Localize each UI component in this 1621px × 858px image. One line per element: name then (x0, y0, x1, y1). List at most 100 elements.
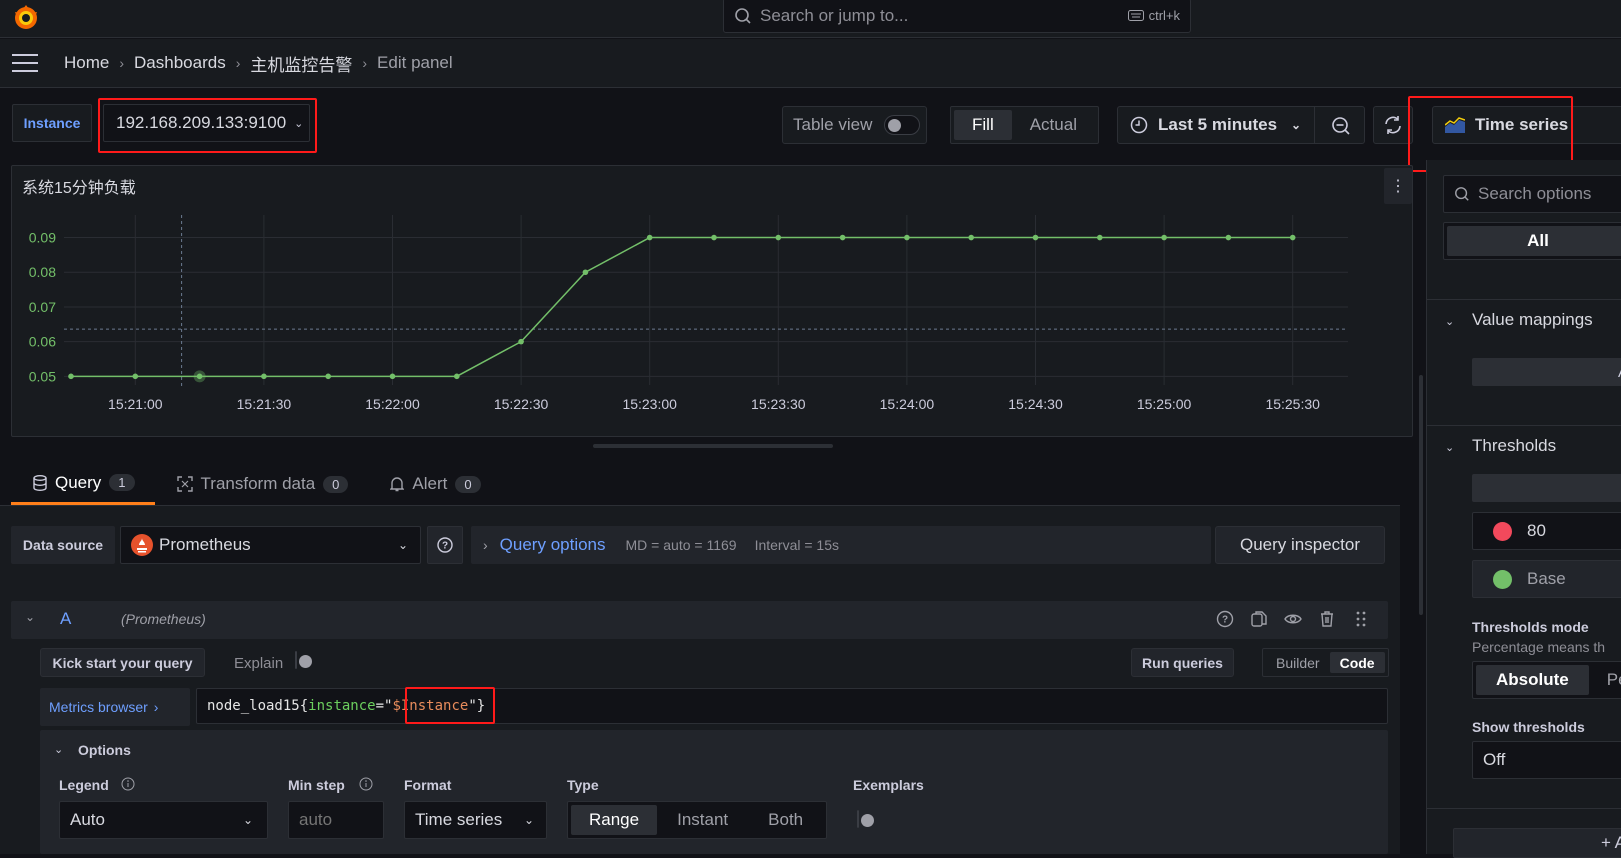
breadcrumb-bar: Home › Dashboards › 主机监控告警 › Edit panel (0, 39, 1621, 88)
add-value-mapping-button[interactable]: A (1472, 358, 1621, 386)
thresholds-mode-group: Absolute Pe (1472, 661, 1621, 699)
highlight-box (98, 98, 317, 153)
duplicate-icon[interactable] (1250, 610, 1268, 628)
show-thresholds-select[interactable]: Off (1472, 741, 1621, 779)
query-inspector-button[interactable]: Query inspector (1215, 526, 1385, 564)
run-queries-button[interactable]: Run queries (1131, 648, 1234, 677)
builder-mode-button[interactable]: Builder (1266, 652, 1330, 673)
chevron-right-icon: › (362, 55, 368, 71)
data-source-select[interactable]: Prometheus ⌄ (120, 526, 421, 564)
query-options-label[interactable]: Query options (500, 535, 606, 555)
max-data-points: MD = auto = 1169 (625, 537, 737, 553)
x-tick-label: 15:25:00 (1137, 396, 1192, 412)
add-threshold-button[interactable] (1472, 474, 1621, 502)
x-tick-label: 15:23:30 (751, 396, 806, 412)
data-point (582, 269, 589, 276)
threshold-value: Base (1527, 569, 1566, 588)
chevron-down-icon[interactable]: ⌄ (1445, 315, 1454, 328)
search-bar[interactable]: Search or jump to... ctrl+k (723, 0, 1191, 33)
table-view-label: Table view (793, 115, 873, 134)
divider (1426, 808, 1621, 809)
zoom-out-icon[interactable] (1331, 116, 1351, 136)
chevron-down-icon[interactable]: ⌄ (1445, 441, 1454, 454)
tab-transform[interactable]: Transform data 0 (155, 463, 369, 505)
y-tick-label: 0.06 (29, 334, 56, 350)
type-both-button[interactable]: Both (748, 805, 823, 835)
table-view-toggle[interactable]: Table view (782, 106, 927, 144)
collapse-chevron-icon[interactable]: ⌄ (25, 610, 35, 624)
metrics-browser-button[interactable]: Metrics browser › (40, 688, 190, 726)
search-options-placeholder: Search options (1478, 184, 1592, 203)
svg-text:?: ? (1222, 615, 1228, 626)
refresh-button[interactable] (1373, 106, 1413, 144)
threshold-color-swatch[interactable] (1493, 521, 1512, 541)
chevron-down-icon[interactable]: ⌄ (54, 743, 63, 756)
grafana-logo-icon[interactable] (12, 2, 40, 32)
percentage-mode-button[interactable]: Pe (1589, 665, 1621, 695)
exemplars-toggle[interactable] (857, 810, 859, 828)
scrollbar[interactable] (1419, 375, 1423, 615)
type-range-button[interactable]: Range (571, 805, 658, 835)
show-thresholds-value: Off (1483, 750, 1506, 769)
data-point (711, 234, 717, 241)
time-range-label: Last 5 minutes (1158, 115, 1278, 134)
value-mappings-title[interactable]: Value mappings (1472, 310, 1593, 330)
menu-icon[interactable] (12, 54, 38, 72)
info-icon[interactable] (359, 777, 373, 791)
panel-menu-icon[interactable]: ⋮ (1384, 168, 1412, 204)
legend-select[interactable]: Auto ⌄ (59, 801, 268, 839)
eye-icon[interactable] (1284, 610, 1302, 628)
query-options-bar[interactable]: › Query options MD = auto = 1169 Interva… (471, 526, 1211, 564)
table-view-switch[interactable] (884, 115, 921, 135)
trash-icon[interactable] (1318, 610, 1336, 628)
type-label: Type (567, 777, 599, 793)
fill-button[interactable]: Fill (954, 110, 1012, 140)
shortcut-hint: ctrl+k (1127, 8, 1180, 23)
threshold-item[interactable]: 80 (1472, 512, 1621, 550)
query-ref-source: (Prometheus) (121, 611, 206, 627)
breadcrumb-dashboard[interactable]: 主机监控告警 (250, 51, 352, 76)
info-icon[interactable] (121, 777, 135, 791)
chevron-right-icon: › (153, 699, 159, 715)
chevron-right-icon: › (235, 55, 241, 71)
tab-alert[interactable]: Alert 0 (368, 463, 500, 505)
data-point (968, 234, 974, 241)
actual-button[interactable]: Actual (1012, 110, 1095, 140)
tab-query[interactable]: Query 1 (11, 463, 155, 505)
thresholds-mode-label: Thresholds mode (1472, 619, 1589, 635)
help-icon[interactable]: ? (1216, 610, 1234, 628)
kick-start-button[interactable]: Kick start your query (40, 648, 205, 677)
query-ref-id[interactable]: A (60, 609, 71, 629)
y-tick-label: 0.08 (29, 264, 56, 280)
tab-transform-label: Transform data (200, 474, 316, 493)
query-operator: =" (375, 698, 393, 714)
thresholds-title[interactable]: Thresholds (1472, 436, 1556, 456)
time-range-picker[interactable]: Last 5 minutes ⌄ (1117, 106, 1365, 144)
drag-handle-icon[interactable] (1352, 610, 1370, 628)
explain-toggle[interactable] (295, 651, 297, 669)
type-instant-button[interactable]: Instant (657, 805, 748, 835)
breadcrumb-dashboards[interactable]: Dashboards (134, 53, 226, 73)
query-row-header[interactable] (11, 601, 1388, 639)
data-source-help-button[interactable]: ? (427, 526, 463, 564)
query-type-group: Range Instant Both (567, 801, 828, 839)
search-options-input[interactable]: Search options (1443, 175, 1621, 213)
code-mode-button[interactable]: Code (1329, 652, 1385, 673)
absolute-mode-button[interactable]: Absolute (1476, 665, 1589, 695)
threshold-color-swatch[interactable] (1493, 569, 1512, 589)
panel-resize-handle[interactable] (593, 444, 833, 448)
min-step-input[interactable] (288, 801, 384, 839)
format-value: Time series (415, 810, 503, 829)
data-point (1225, 234, 1232, 241)
chevron-right-icon: › (119, 55, 125, 71)
format-select[interactable]: Time series ⌄ (404, 801, 547, 839)
breadcrumb-home[interactable]: Home (64, 53, 109, 73)
options-title[interactable]: Options (78, 742, 131, 758)
search-placeholder: Search or jump to... (760, 5, 909, 25)
filter-all-button[interactable]: All (1447, 226, 1621, 256)
x-tick-label: 15:21:00 (108, 396, 163, 412)
tab-transform-count: 0 (323, 475, 349, 493)
promql-query-input[interactable]: node_load15{instance =" $Instance "} (196, 688, 1388, 724)
data-point (1161, 234, 1167, 241)
x-tick-label: 15:23:00 (622, 396, 677, 412)
